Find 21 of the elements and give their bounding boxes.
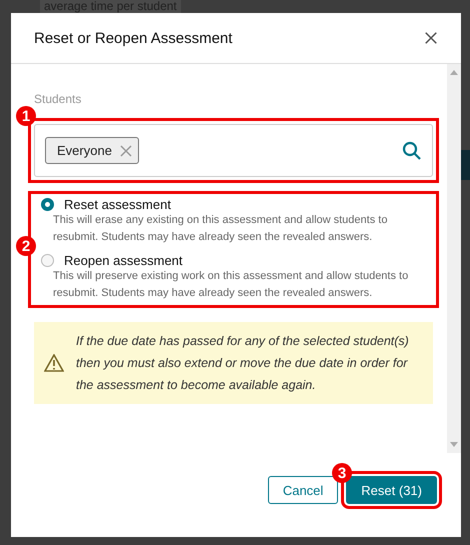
scroll-up-icon[interactable] [450, 70, 458, 75]
option-label[interactable]: Reopen assessment [64, 253, 183, 268]
students-field[interactable]: Everyone [34, 124, 433, 177]
option-label[interactable]: Reset assessment [64, 197, 171, 212]
annotation-number: 2 [16, 236, 36, 256]
field-label: Students [34, 92, 82, 106]
option-description: This will preserve existing work on this assessment and allow students to resubmit. Students may have already seen the revealed answers. [53, 269, 410, 301]
warning-icon [44, 354, 64, 372]
option-description: This will erase any existing on this assessment and allow students to resubmit. Students may have already seen the revealed answers. [53, 213, 388, 245]
scrollbar[interactable] [447, 64, 461, 453]
close-icon[interactable] [424, 31, 438, 45]
dialog-title: Reset or Reopen Assessment [34, 30, 232, 46]
student-token: Everyone [45, 137, 139, 164]
radio-button[interactable] [41, 198, 54, 211]
scroll-down-icon[interactable] [450, 442, 458, 447]
warning-text: If the due date has passed for any of the selected student(s) then you must also extend or move the due date in order for the assessment to become available again. [76, 333, 410, 394]
search-icon[interactable] [402, 140, 422, 160]
remove-icon[interactable] [120, 144, 132, 156]
cancel-button[interactable]: Cancel [268, 476, 338, 504]
annotation-number: 1 [16, 106, 36, 126]
radio-button[interactable] [41, 254, 54, 267]
